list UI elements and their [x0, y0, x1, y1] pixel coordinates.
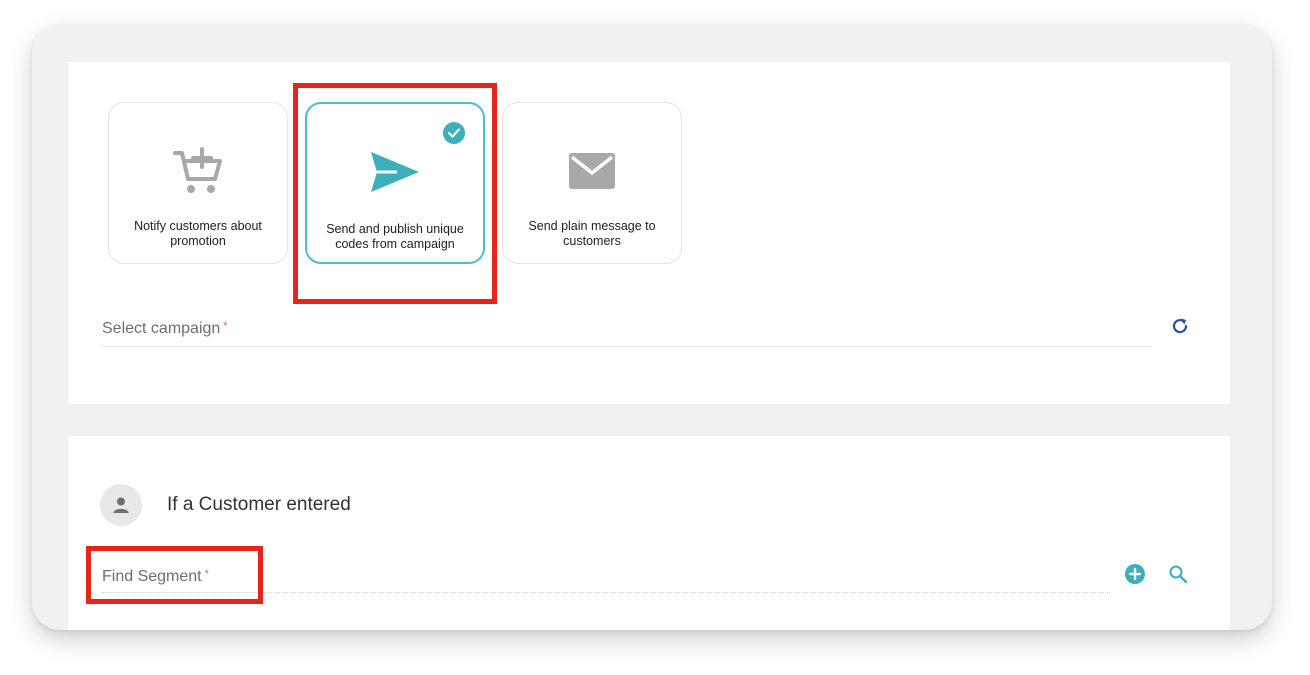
add-circle-icon[interactable]: [1124, 563, 1146, 585]
action-card-notify-promotion[interactable]: Notify customers about promotion: [108, 102, 288, 264]
segment-search-label: Find Segment: [102, 568, 202, 585]
refresh-icon[interactable]: [1168, 314, 1192, 338]
send-icon: [307, 146, 483, 198]
action-card-label: Send plain message to customers: [528, 219, 656, 248]
cart-plus-icon: [109, 145, 287, 197]
campaign-select-label: Select campaign: [102, 320, 221, 337]
segment-search-underline: [102, 592, 1110, 593]
action-card-publish-codes[interactable]: Send and publish unique codes from campa…: [305, 102, 485, 264]
action-panel: Notify customers about promotion Send an…: [68, 62, 1230, 404]
envelope-icon: [503, 145, 681, 197]
action-card-plain-message[interactable]: Send plain message to customers: [502, 102, 682, 264]
required-mark: *: [223, 320, 228, 332]
search-icon[interactable]: [1166, 562, 1190, 586]
action-card-label: Notify customers about promotion: [134, 219, 262, 248]
action-card-label: Send and publish unique codes from campa…: [326, 222, 464, 251]
required-mark: *: [204, 568, 209, 580]
campaign-select[interactable]: Select campaign *: [102, 320, 228, 338]
campaign-select-underline: [102, 346, 1152, 347]
segment-search[interactable]: Find Segment *: [102, 568, 209, 586]
checkmark-icon: [443, 122, 465, 144]
person-icon: [100, 484, 142, 526]
app-window: Notify customers about promotion Send an…: [32, 24, 1272, 630]
trigger-panel: If a Customer entered Find Segment *: [68, 436, 1230, 630]
trigger-title: If a Customer entered: [167, 494, 351, 515]
